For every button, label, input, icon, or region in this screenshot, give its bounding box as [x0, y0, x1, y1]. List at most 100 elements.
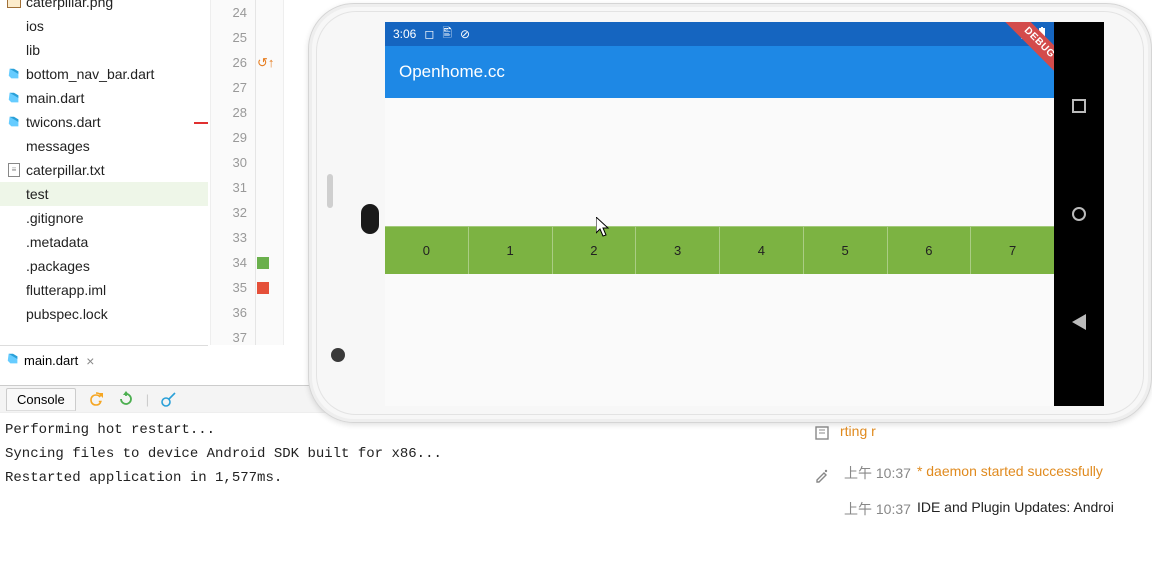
nav-home-button[interactable] [1070, 205, 1088, 223]
tree-item-label: .packages [26, 258, 90, 274]
editor-tab[interactable]: main.dart × [0, 345, 208, 375]
change-marker [194, 122, 208, 124]
device-earpiece [361, 204, 379, 234]
tree-item-label: .metadata [26, 234, 88, 250]
tree-item-label: test [26, 186, 49, 202]
tree-item[interactable]: lib [0, 38, 208, 62]
list-cell[interactable]: 7 [971, 226, 1054, 274]
tree-item[interactable]: ios [0, 14, 208, 38]
event-timestamp: 上午 10:37 [844, 499, 911, 519]
status-icon: ⊘ [460, 27, 470, 41]
line-number: 34 [211, 255, 251, 270]
tree-item-label: caterpillar.png [26, 0, 113, 10]
tree-item-label: pubspec.lock [26, 306, 108, 322]
tree-item[interactable]: messages [0, 134, 208, 158]
status-icon: 🖺 [442, 24, 452, 45]
app-bar: Openhome.cc [385, 46, 1054, 98]
tree-item[interactable]: main.dart [0, 86, 208, 110]
list-cell[interactable]: 5 [804, 226, 888, 274]
text-file-icon: ≡ [6, 162, 22, 178]
tree-item[interactable]: .packages [0, 254, 208, 278]
device-camera [331, 348, 345, 362]
list-cell[interactable]: 1 [469, 226, 553, 274]
tree-item[interactable]: test [0, 182, 208, 206]
emulator-screen: 3:06 ◻ 🖺 ⊘ Openhome.cc 0 1 2 3 4 5 6 7 [385, 22, 1054, 406]
status-icon: ◻ [424, 27, 434, 41]
line-number: 24 [211, 5, 251, 20]
editor-tab-label: main.dart [24, 353, 78, 368]
line-number: 30 [211, 155, 251, 170]
dart-file-icon [6, 66, 22, 82]
event-message: * daemon started successfully [917, 463, 1103, 483]
image-icon [6, 0, 22, 10]
devtools-button[interactable] [159, 389, 179, 409]
editor-gutter: 24 25 26 ↺↑ 27 28 29 30 31 32 33 34 35 36… [210, 0, 284, 345]
wifi-icon [1021, 27, 1035, 42]
tree-item[interactable]: twicons.dart [0, 110, 208, 134]
hot-reload-button[interactable] [86, 389, 106, 409]
event-row[interactable]: 上午 10:37 * daemon started successfully [840, 455, 1152, 491]
close-icon[interactable]: × [86, 353, 94, 369]
battery-icon [1038, 27, 1046, 42]
line-number: 35 [211, 280, 251, 295]
tree-item[interactable]: bottom_nav_bar.dart [0, 62, 208, 86]
event-row[interactable]: 上午 10:37 IDE and Plugin Updates: Androi [840, 491, 1152, 527]
line-number: 37 [211, 330, 251, 345]
dart-file-icon [6, 114, 22, 130]
list-cell[interactable]: 6 [888, 226, 972, 274]
project-tree: caterpillar.png ios lib bottom_nav_bar.d… [0, 0, 208, 345]
gutter-mark-added [257, 257, 269, 269]
filter-button[interactable] [810, 421, 834, 445]
refresh-marker-icon: ↺↑ [257, 55, 274, 71]
line-number: 26 [211, 55, 251, 70]
event-timestamp: 上午 10:37 [844, 463, 911, 483]
tree-item-label: messages [26, 138, 90, 154]
gutter-mark-removed [257, 282, 269, 294]
line-number: 25 [211, 30, 251, 45]
tree-item-label: main.dart [26, 90, 84, 106]
tree-item-label: flutterapp.iml [26, 282, 106, 298]
tree-item-label: twicons.dart [26, 114, 101, 130]
hot-restart-button[interactable] [116, 389, 136, 409]
list-cell[interactable]: 3 [636, 226, 720, 274]
dart-file-icon [6, 352, 20, 369]
app-body: 0 1 2 3 4 5 6 7 [385, 98, 1054, 406]
console-tab[interactable]: Console [6, 388, 76, 411]
line-number: 33 [211, 230, 251, 245]
tree-item[interactable]: pubspec.lock [0, 302, 208, 322]
console-output: Performing hot restart... Syncing files … [5, 418, 805, 490]
event-message: IDE and Plugin Updates: Androi [917, 499, 1114, 519]
settings-button[interactable] [810, 463, 834, 487]
list-row[interactable]: 0 1 2 3 4 5 6 7 [385, 226, 1054, 274]
line-number: 31 [211, 180, 251, 195]
device-speaker [327, 174, 333, 208]
tree-item[interactable]: flutterapp.iml [0, 278, 208, 302]
line-number: 27 [211, 80, 251, 95]
line-number: 32 [211, 205, 251, 220]
line-number: 36 [211, 305, 251, 320]
tool-buttons [810, 421, 838, 505]
tree-item-label: caterpillar.txt [26, 162, 105, 178]
dart-file-icon [6, 90, 22, 106]
android-navbar [1054, 22, 1104, 406]
event-log: rting r 上午 10:37 * daemon started succes… [840, 415, 1152, 568]
tree-item-label: bottom_nav_bar.dart [26, 66, 154, 82]
line-number: 29 [211, 130, 251, 145]
tree-item-label: ios [26, 18, 44, 34]
emulator-frame: 3:06 ◻ 🖺 ⊘ Openhome.cc 0 1 2 3 4 5 6 7 [308, 3, 1152, 423]
app-title: Openhome.cc [399, 62, 505, 82]
line-number: 28 [211, 105, 251, 120]
android-status-bar: 3:06 ◻ 🖺 ⊘ [385, 22, 1054, 46]
tree-item[interactable]: caterpillar.png [0, 0, 208, 14]
status-time: 3:06 [393, 27, 416, 41]
nav-back-button[interactable] [1070, 313, 1088, 331]
list-cell[interactable]: 4 [720, 226, 804, 274]
tree-item[interactable]: .metadata [0, 230, 208, 254]
tree-item-label: lib [26, 42, 40, 58]
tree-item-label: .gitignore [26, 210, 84, 226]
list-cell[interactable]: 0 [385, 226, 469, 274]
nav-overview-button[interactable] [1070, 97, 1088, 115]
tree-item[interactable]: .gitignore [0, 206, 208, 230]
list-cell[interactable]: 2 [553, 226, 637, 274]
tree-item[interactable]: ≡ caterpillar.txt [0, 158, 208, 182]
